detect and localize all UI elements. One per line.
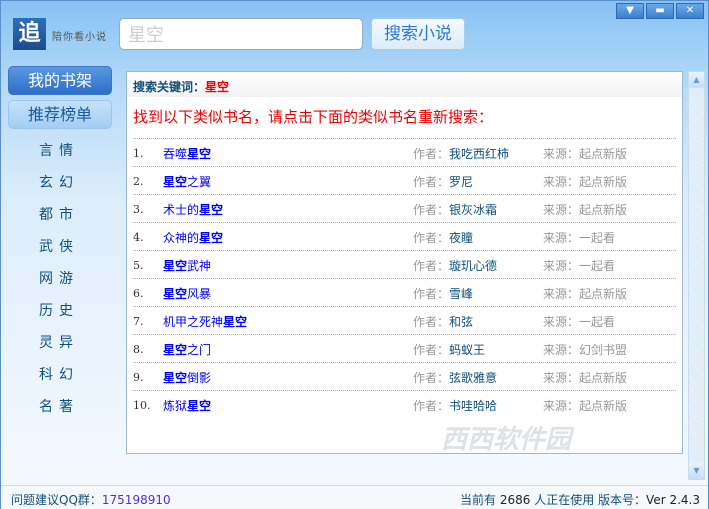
source: 来源：一起看 bbox=[543, 259, 616, 273]
watermark-logo: 西西软件园 bbox=[441, 425, 572, 455]
source: 来源：起点新版 bbox=[543, 287, 628, 301]
keyword: 星空 bbox=[205, 80, 230, 94]
category-item[interactable]: 玄幻 bbox=[21, 172, 97, 192]
result-row: 8. 星空之门 作者：蚂蚁王 来源：幻剑书盟 bbox=[133, 334, 676, 362]
minimize-button[interactable]: ▬ bbox=[646, 3, 674, 19]
author: 作者：弦歌雅意 bbox=[413, 371, 498, 385]
close-button[interactable]: ✕ bbox=[676, 3, 704, 19]
book-title-link[interactable]: 术士的星空 bbox=[163, 201, 223, 218]
category-item[interactable]: 言情 bbox=[21, 140, 97, 160]
result-number: 7. bbox=[133, 315, 144, 328]
book-title-link[interactable]: 星空之门 bbox=[163, 341, 211, 358]
result-row: 10. 炼狱星空 作者：书哇哈哈 来源：起点新版 bbox=[133, 390, 676, 418]
result-number: 6. bbox=[133, 287, 144, 300]
result-number: 8. bbox=[133, 343, 144, 356]
result-row: 1. 吞噬星空 作者：我吃西红柿 来源：起点新版 bbox=[133, 138, 676, 166]
app-window: ▼ ▬ ✕ 追 陪你看小说 搜索小说 我的书架 推荐榜单 言情玄幻都市武侠网游历… bbox=[0, 0, 709, 509]
results-panel: 搜索关键词：星空 找到以下类似书名，请点击下面的类似书名重新搜索： 1. 吞噬星… bbox=[126, 71, 683, 454]
search-button[interactable]: 搜索小说 bbox=[371, 18, 465, 50]
result-number: 10. bbox=[133, 399, 151, 412]
status-info: 当前有 2686 人正在使用 版本号：Ver 2.4.3 bbox=[459, 493, 700, 507]
category-item[interactable]: 灵异 bbox=[21, 332, 97, 352]
author: 作者：我吃西红柿 bbox=[413, 147, 510, 161]
category-item[interactable]: 历史 bbox=[21, 300, 97, 320]
scrollbar[interactable]: ▲ ▼ bbox=[688, 71, 705, 480]
result-row: 3. 术士的星空 作者：银灰冰霜 来源：起点新版 bbox=[133, 194, 676, 222]
result-number: 2. bbox=[133, 175, 144, 188]
author: 作者：璇玑心德 bbox=[413, 259, 498, 273]
qq-group: 问题建议QQ群：175198910 bbox=[11, 493, 171, 507]
app-logo: 追 bbox=[13, 18, 46, 50]
scroll-down-icon[interactable]: ▼ bbox=[689, 463, 704, 479]
result-number: 4. bbox=[133, 231, 144, 244]
result-row: 2. 星空之翼 作者：罗尼 来源：起点新版 bbox=[133, 166, 676, 194]
author: 作者：蚂蚁王 bbox=[413, 343, 486, 357]
category-item[interactable]: 都市 bbox=[21, 204, 97, 224]
result-row: 7. 机甲之死神星空 作者：和弦 来源：一起看 bbox=[133, 306, 676, 334]
book-title-link[interactable]: 吞噬星空 bbox=[163, 145, 211, 162]
bookshelf-button[interactable]: 我的书架 bbox=[8, 66, 112, 95]
book-title-link[interactable]: 机甲之死神星空 bbox=[163, 313, 247, 330]
book-title-link[interactable]: 星空倒影 bbox=[163, 369, 211, 386]
source: 来源：起点新版 bbox=[543, 399, 628, 413]
result-row: 4. 众神的星空 作者：夜瞳 来源：一起看 bbox=[133, 222, 676, 250]
keyword-line: 搜索关键词：星空 bbox=[133, 80, 230, 94]
source: 来源：起点新版 bbox=[543, 203, 628, 217]
category-item[interactable]: 网游 bbox=[21, 268, 97, 288]
source: 来源：起点新版 bbox=[543, 371, 628, 385]
category-item[interactable]: 名著 bbox=[21, 396, 97, 416]
book-title-link[interactable]: 星空之翼 bbox=[163, 173, 211, 190]
result-number: 9. bbox=[133, 371, 144, 384]
category-item[interactable]: 武侠 bbox=[21, 236, 97, 256]
result-row: 5. 星空武神 作者：璇玑心德 来源：一起看 bbox=[133, 250, 676, 278]
author: 作者：罗尼 bbox=[413, 175, 474, 189]
menu-button[interactable]: ▼ bbox=[616, 3, 644, 19]
source: 来源：一起看 bbox=[543, 231, 616, 245]
ranking-button[interactable]: 推荐榜单 bbox=[8, 100, 112, 129]
book-title-link[interactable]: 炼狱星空 bbox=[163, 397, 211, 414]
result-number: 3. bbox=[133, 203, 144, 216]
result-row: 6. 星空风暴 作者：雪峰 来源：起点新版 bbox=[133, 278, 676, 306]
source: 来源：起点新版 bbox=[543, 147, 628, 161]
source: 来源：幻剑书盟 bbox=[543, 343, 628, 357]
book-title-link[interactable]: 星空风暴 bbox=[163, 285, 211, 302]
result-row: 9. 星空倒影 作者：弦歌雅意 来源：起点新版 bbox=[133, 362, 676, 390]
book-title-link[interactable]: 星空武神 bbox=[163, 257, 211, 274]
status-bar: 问题建议QQ群：175198910 当前有 2686 人正在使用 版本号：Ver… bbox=[1, 485, 708, 509]
book-title-link[interactable]: 众神的星空 bbox=[163, 229, 223, 246]
source: 来源：一起看 bbox=[543, 315, 616, 329]
hint-text: 找到以下类似书名，请点击下面的类似书名重新搜索： bbox=[133, 108, 494, 126]
slogan: 陪你看小说 bbox=[52, 32, 107, 43]
author: 作者：雪峰 bbox=[413, 287, 474, 301]
result-number: 5. bbox=[133, 259, 144, 272]
source: 来源：起点新版 bbox=[543, 175, 628, 189]
result-number: 1. bbox=[133, 147, 144, 160]
author: 作者：书哇哈哈 bbox=[413, 399, 498, 413]
category-item[interactable]: 科幻 bbox=[21, 364, 97, 384]
scroll-up-icon[interactable]: ▲ bbox=[689, 72, 704, 88]
search-input[interactable] bbox=[119, 18, 363, 50]
author: 作者：银灰冰霜 bbox=[413, 203, 498, 217]
author: 作者：和弦 bbox=[413, 315, 474, 329]
author: 作者：夜瞳 bbox=[413, 231, 474, 245]
